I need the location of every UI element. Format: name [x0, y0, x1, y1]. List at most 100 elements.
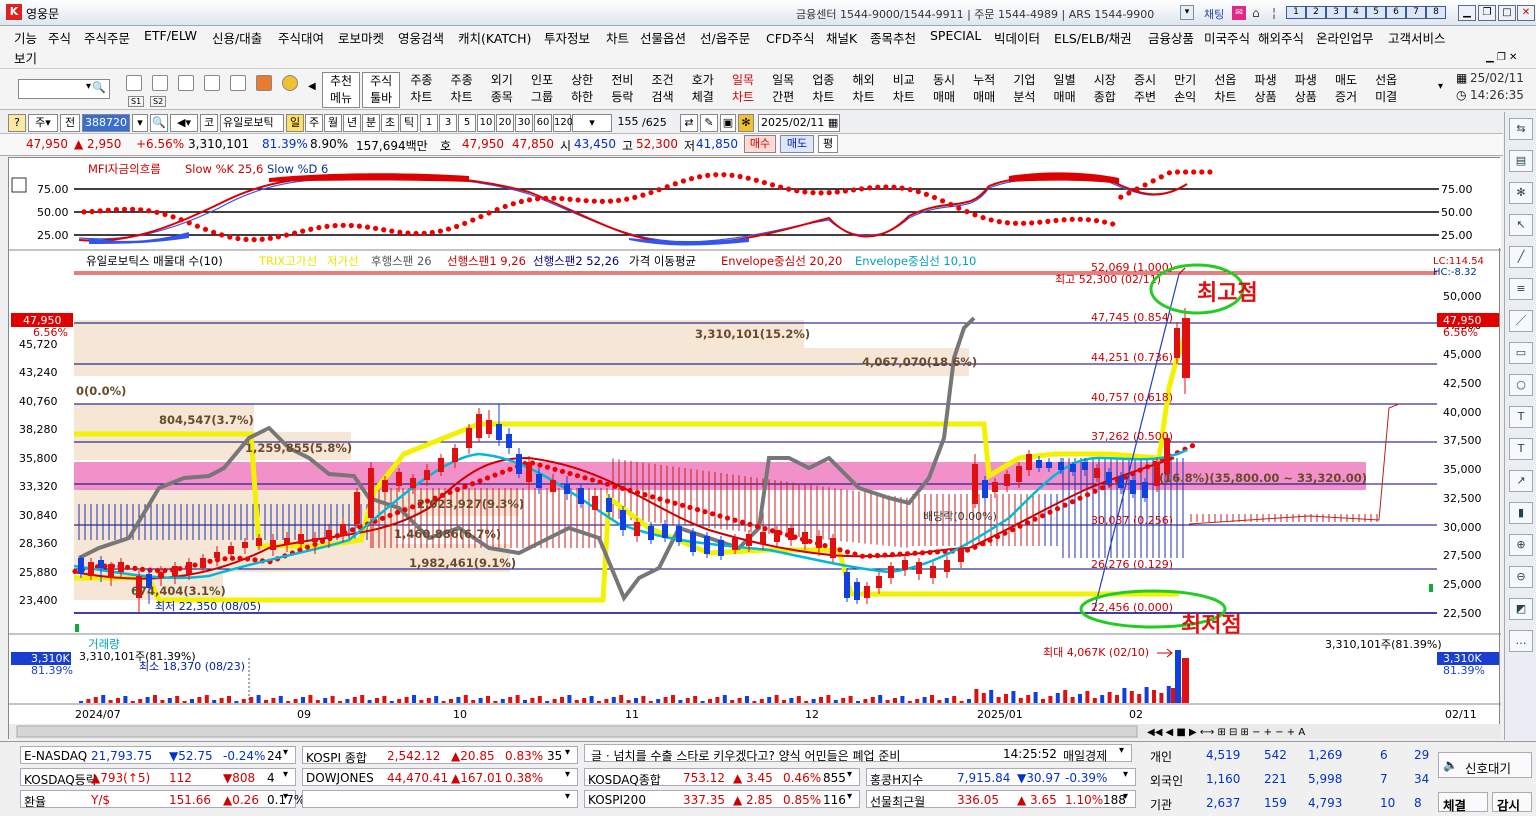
chart-svg[interactable]: MFI자금의흐름 Slow %K 25,6 Slow %D 6 75.00 50…: [9, 158, 1501, 740]
interval-6[interactable]: 60: [534, 114, 552, 132]
menu-item-13[interactable]: CFD주식: [766, 28, 815, 47]
toolbar-button-17[interactable]: 기업 분석: [1005, 72, 1043, 108]
menu-item-23[interactable]: 고객서비스: [1388, 28, 1446, 47]
fibo-icon[interactable]: ≡: [1509, 278, 1533, 300]
row-dropdown-icon[interactable]: ▾: [565, 791, 570, 802]
menu-item-4[interactable]: 신용/대출: [212, 28, 262, 47]
interval-1[interactable]: 3: [439, 114, 457, 132]
index-row-2[interactable]: 환율 Y/$ 151.66 ▲0.26 0.17% ▾: [20, 790, 305, 809]
toolbar-button-22[interactable]: 선옵 차트: [1206, 72, 1244, 108]
clock-icon[interactable]: [230, 75, 246, 91]
s1-label[interactable]: S1: [128, 96, 145, 107]
pin-icon[interactable]: ¦: [1272, 6, 1282, 20]
period-1[interactable]: 주: [305, 114, 323, 132]
period-3[interactable]: 년: [343, 114, 361, 132]
toolbar-button-9[interactable]: 호가 체결: [684, 72, 722, 108]
mdi-controls[interactable]: ▁ ❐ ✕: [1486, 52, 1534, 66]
row-dropdown-icon[interactable]: ▾: [565, 747, 570, 758]
date-input[interactable]: 2025/02/11 ▦: [758, 114, 840, 132]
row-dropdown-icon[interactable]: ▾: [283, 769, 288, 780]
rect-icon[interactable]: ▭: [1509, 342, 1533, 364]
toolbar-button-20[interactable]: 증시 주변: [1126, 72, 1164, 108]
menu-item-10[interactable]: 차트: [606, 28, 629, 47]
search-icon[interactable]: 🔍: [92, 81, 106, 94]
menu-item-21[interactable]: 해외주식: [1258, 28, 1304, 47]
toolbar-button-2[interactable]: 주종 차트: [402, 72, 440, 108]
news-ticker[interactable]: 글 · 넘치를 수출 스타로 키우겠다고? 양식 어민들은 폐업 준비 14:2…: [584, 744, 1132, 764]
index4-row-1[interactable]: 선물최근월 336.05 ▲ 3.65 1.10% 188 ▾: [866, 790, 1136, 809]
news-dropdown-icon[interactable]: ▾: [1119, 745, 1124, 756]
screen-6-button[interactable]: 6: [1386, 6, 1406, 19]
code-search-icon[interactable]: 🔍: [150, 114, 168, 132]
toolbar-button-19[interactable]: 시장 종합: [1086, 72, 1124, 108]
cursor-icon[interactable]: ↖: [1509, 214, 1533, 236]
investor-row-2[interactable]: 기관 2,637 159 4,793 10 8: [1144, 794, 1434, 814]
toolbar-button-21[interactable]: 만기 손익: [1166, 72, 1204, 108]
toolbar-button-23[interactable]: 파생 상품: [1247, 72, 1285, 108]
interval-2[interactable]: 5: [458, 114, 476, 132]
row-dropdown-icon[interactable]: ▾: [283, 747, 288, 758]
menu-item-0[interactable]: 기능: [14, 28, 37, 47]
menu-item-19[interactable]: 금융상품: [1148, 28, 1194, 47]
chat-dropdown-icon[interactable]: ▾: [1180, 5, 1194, 20]
index3-row-1[interactable]: KOSPI200 337.35 ▲ 2.85 0.85% 116 ▾: [584, 790, 860, 808]
dropdown-icon[interactable]: ▾: [86, 81, 91, 92]
watch-button[interactable]: 감시: [1492, 792, 1532, 813]
row-dropdown-icon[interactable]: ▾: [1123, 769, 1128, 780]
menu-item-6[interactable]: 로보마켓: [338, 28, 384, 47]
text-icon[interactable]: T: [1509, 406, 1533, 428]
screen-3-button[interactable]: 3: [1326, 6, 1346, 19]
toolbar-button-1[interactable]: 주식 툴바: [362, 72, 401, 108]
toolbar-button-14[interactable]: 비교 차트: [885, 72, 923, 108]
toolbar-button-6[interactable]: 상한 하한: [563, 72, 601, 108]
question-icon[interactable]: ?: [8, 114, 26, 132]
speaker-icon[interactable]: ◀▾: [170, 114, 198, 132]
interval-3[interactable]: 10: [477, 114, 495, 132]
zoomout-icon[interactable]: ⊖: [1509, 566, 1533, 588]
avg-button[interactable]: 평: [818, 135, 838, 153]
chart-icon[interactable]: ◩: [1509, 598, 1533, 620]
camera-icon[interactable]: [204, 75, 220, 91]
news-headline[interactable]: 글 · 넘치를 수출 스타로 키우겠다고? 양식 어민들은 폐업 준비: [591, 747, 900, 764]
index-row-0[interactable]: E-NASDAQ 21,793.75 ▼52.75 -0.24% 24 ▾: [20, 746, 296, 764]
tool-b-icon[interactable]: ✎: [700, 114, 718, 132]
zoomin-icon[interactable]: ⊕: [1509, 534, 1533, 556]
menu-item-3[interactable]: ETF/ELW: [144, 28, 197, 43]
message-icon[interactable]: ✉: [1232, 6, 1246, 20]
stock-name-field[interactable]: 유일로보틱: [220, 114, 284, 132]
screen-8-button[interactable]: 8: [1426, 6, 1446, 19]
interval-7[interactable]: 120: [553, 114, 573, 132]
toolbar-button-0[interactable]: 추천 메뉴: [322, 72, 360, 108]
menu-item-11[interactable]: 선물옵션: [640, 28, 686, 47]
chart-area[interactable]: MFI자금의흐름 Slow %K 25,6 Slow %D 6 75.00 50…: [8, 157, 1501, 740]
menu-item-7[interactable]: 영웅검색: [398, 28, 444, 47]
toolbar-button-18[interactable]: 일별 매매: [1046, 72, 1084, 108]
row-dropdown-icon[interactable]: ▾: [847, 791, 852, 802]
signal-wait-button[interactable]: 🔈 신호대기: [1438, 752, 1532, 778]
menu-item-1[interactable]: 주식: [48, 28, 71, 47]
left-arrow-icon[interactable]: ◀: [308, 81, 316, 92]
toolbar-button-4[interactable]: 외기 종목: [483, 72, 521, 108]
chart-settings-icon[interactable]: ✻: [738, 114, 754, 132]
menu-item-16[interactable]: SPECIAL: [930, 28, 981, 43]
more-icon[interactable]: …: [1509, 630, 1533, 652]
menu-item-5[interactable]: 주식대여: [278, 28, 324, 47]
toolbar-button-13[interactable]: 해외 차트: [845, 72, 883, 108]
buy-button[interactable]: 매수: [744, 135, 776, 153]
code-dropdown-icon[interactable]: ▾: [132, 114, 148, 132]
count-value[interactable]: 155: [616, 114, 640, 132]
index-row-1[interactable]: KOSDAQ등락 ▲793(↑5) 112 ▼808 4 ▾: [20, 768, 296, 787]
row-dropdown-icon[interactable]: ▾: [847, 769, 852, 780]
monitor-icon[interactable]: [256, 75, 272, 91]
settle-button[interactable]: 체결: [1438, 792, 1488, 813]
grid-table-icon[interactable]: [11, 177, 27, 193]
stock-code-input[interactable]: 388720: [82, 114, 130, 132]
save-icon[interactable]: [126, 75, 142, 91]
investor-row-1[interactable]: 외국인 1,160 221 5,998 7 34: [1144, 770, 1434, 790]
index2-row-0[interactable]: KOSPI 종합 2,542.12 ▲20.85 0.83% 35 ▾: [302, 746, 578, 765]
screen-1-button[interactable]: 1: [1286, 6, 1306, 19]
interval-5[interactable]: 30: [515, 114, 533, 132]
text2-icon[interactable]: T: [1509, 438, 1533, 460]
screen-number-input[interactable]: ▾ 🔍: [18, 79, 110, 99]
toolbar-button-7[interactable]: 전비 등락: [603, 72, 641, 108]
